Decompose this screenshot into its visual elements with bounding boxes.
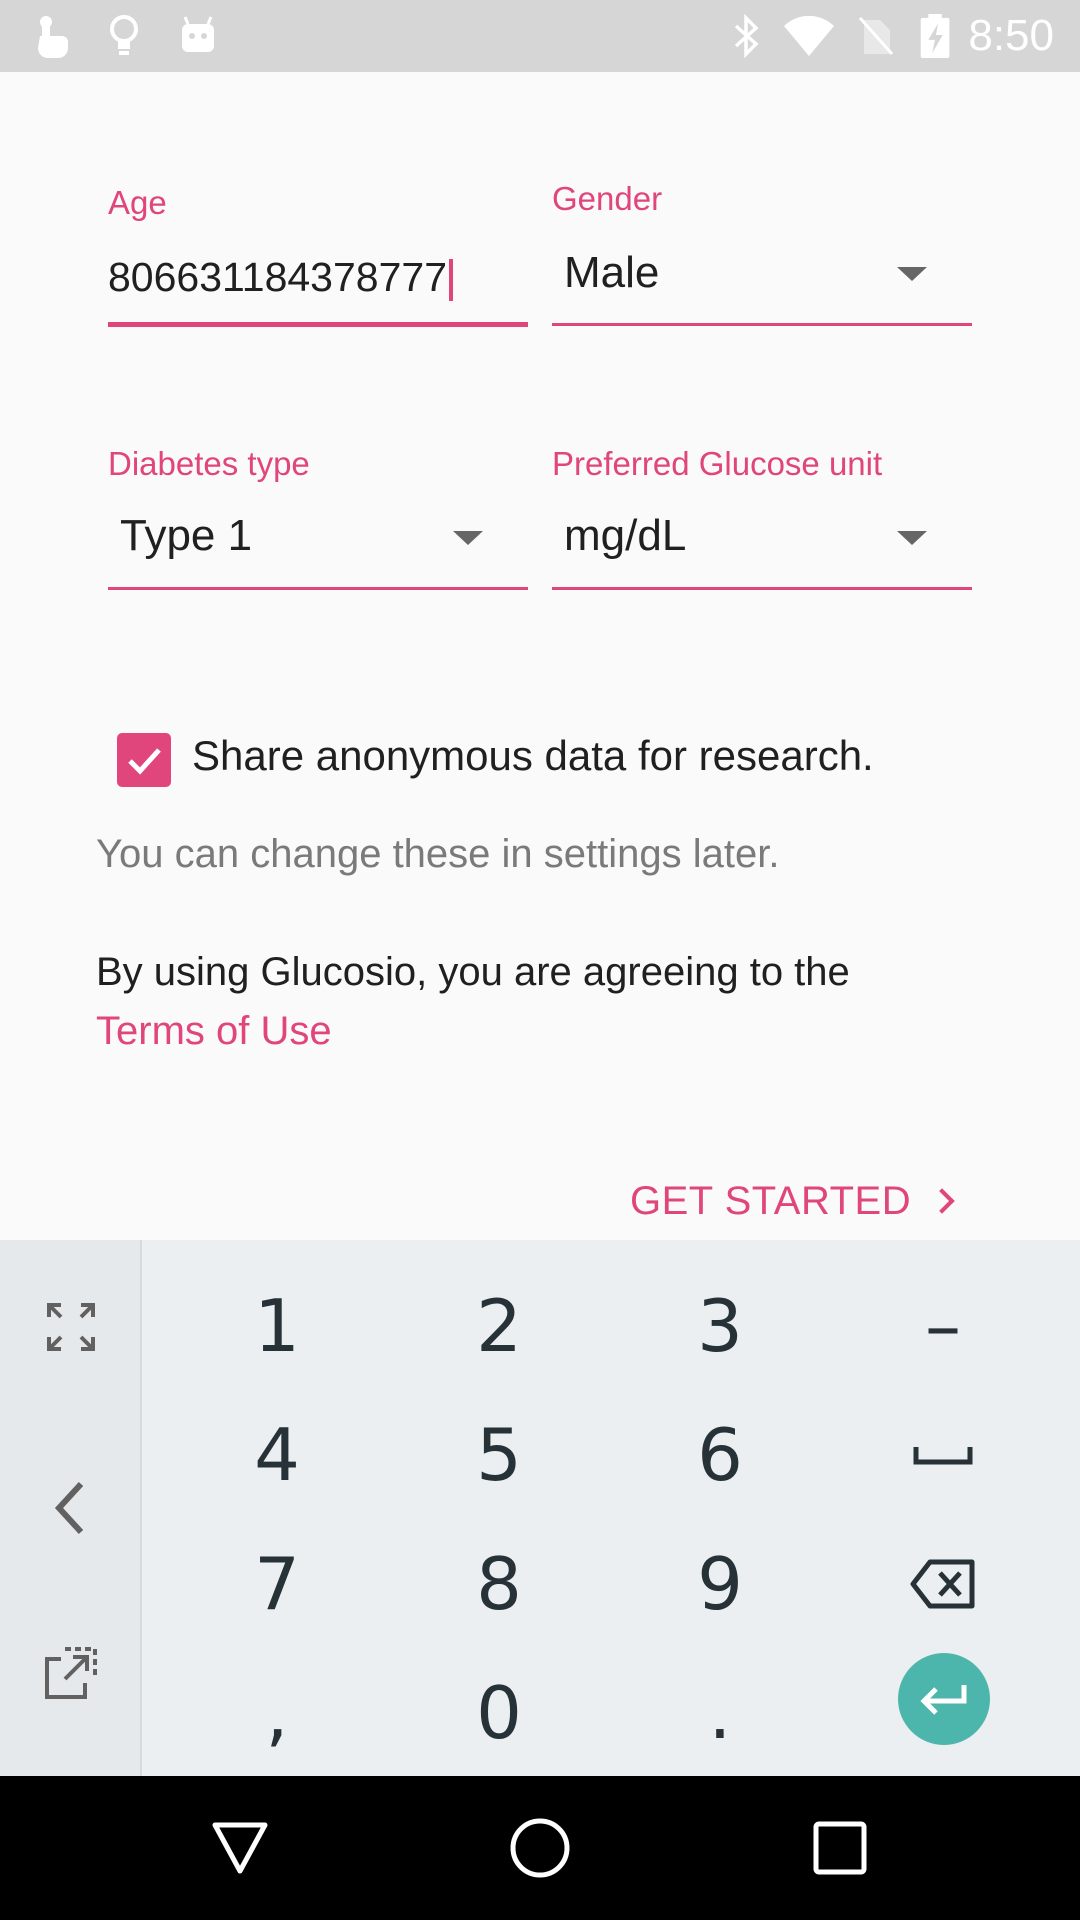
settings-hint: You can change these in settings later. xyxy=(96,832,780,876)
age-label: Age xyxy=(108,184,167,221)
home-circle-icon xyxy=(510,1818,570,1878)
diabetes-type-value: Type 1 xyxy=(120,511,253,560)
terms-of-use-link[interactable]: Terms of Use xyxy=(96,1009,332,1054)
navigation-bar xyxy=(0,1776,1080,1920)
enter-icon xyxy=(920,1685,967,1715)
glucose-unit-label: Preferred Glucose unit xyxy=(552,445,883,482)
key-backspace[interactable] xyxy=(853,1519,1033,1649)
nav-recents-button[interactable] xyxy=(790,1798,890,1898)
wifi-icon xyxy=(784,15,834,56)
diabetes-type-label: Diabetes type xyxy=(108,445,310,482)
gender-label: Gender xyxy=(552,180,663,217)
numeric-keyboard: 1 2 3 – 4 5 6 7 8 9 , 0 . xyxy=(0,1240,1080,1776)
fullscreen-button[interactable] xyxy=(0,1262,142,1392)
share-data-label[interactable]: Share anonymous data for research. xyxy=(192,732,874,780)
enter-key[interactable] xyxy=(898,1653,990,1745)
backspace-icon xyxy=(910,1559,975,1609)
popout-icon xyxy=(45,1647,97,1699)
key-1[interactable]: 1 xyxy=(187,1261,367,1391)
lightbulb-icon xyxy=(110,15,138,55)
key-comma[interactable]: , xyxy=(187,1648,367,1778)
nav-home-button[interactable] xyxy=(490,1798,590,1898)
key-2[interactable]: 2 xyxy=(409,1261,589,1391)
glucose-unit-underline xyxy=(552,587,972,590)
checkmark-icon xyxy=(128,748,161,775)
age-field[interactable]: Age 806631184378777 xyxy=(108,180,528,330)
key-period[interactable]: . xyxy=(630,1648,810,1778)
android-icon xyxy=(182,16,214,52)
bluetooth-icon xyxy=(734,14,759,58)
status-bar: 8:50 xyxy=(0,0,1080,72)
gender-dropdown[interactable]: Gender Male xyxy=(552,180,972,330)
key-space[interactable] xyxy=(853,1390,1033,1520)
popout-button[interactable] xyxy=(0,1608,142,1738)
fullscreen-icon xyxy=(47,1303,95,1351)
no-sim-icon xyxy=(858,17,894,55)
gender-value: Male xyxy=(564,248,660,297)
glucose-unit-dropdown[interactable]: Preferred Glucose unit mg/dL xyxy=(552,445,972,595)
key-0[interactable]: 0 xyxy=(409,1648,589,1778)
clock: 8:50 xyxy=(968,11,1054,60)
back-arrow-icon xyxy=(54,1481,84,1535)
chevron-right-icon xyxy=(929,1188,955,1214)
text-cursor xyxy=(449,259,453,302)
share-data-checkbox[interactable] xyxy=(117,733,171,787)
diabetes-type-dropdown[interactable]: Diabetes type Type 1 xyxy=(108,445,528,595)
touch-icon xyxy=(38,16,68,58)
chevron-down-icon xyxy=(453,531,483,545)
key-5[interactable]: 5 xyxy=(409,1390,589,1520)
keyboard-side-panel xyxy=(0,1240,142,1776)
chevron-down-icon xyxy=(897,531,927,545)
battery-charging-icon xyxy=(920,14,950,58)
key-minus[interactable]: – xyxy=(853,1261,1033,1391)
key-9[interactable]: 9 xyxy=(630,1519,810,1649)
nav-back-button[interactable] xyxy=(190,1798,290,1898)
key-3[interactable]: 3 xyxy=(630,1261,810,1391)
key-4[interactable]: 4 xyxy=(187,1390,367,1520)
diabetes-type-underline xyxy=(108,587,528,590)
glucose-unit-value: mg/dL xyxy=(564,511,687,560)
chevron-down-icon xyxy=(897,267,927,281)
age-underline xyxy=(108,322,528,327)
get-started-label: GET STARTED xyxy=(630,1178,912,1223)
age-input[interactable]: 806631184378777 xyxy=(108,254,453,302)
get-started-button[interactable]: GET STARTED xyxy=(630,1175,955,1227)
terms-text: By using Glucosio, you are agreeing to t… xyxy=(96,950,850,994)
keyboard-back-button[interactable] xyxy=(0,1443,142,1573)
key-6[interactable]: 6 xyxy=(630,1390,810,1520)
space-icon xyxy=(913,1447,973,1465)
gender-underline xyxy=(552,323,972,326)
key-7[interactable]: 7 xyxy=(187,1519,367,1649)
back-triangle-icon xyxy=(212,1822,268,1874)
key-8[interactable]: 8 xyxy=(409,1519,589,1649)
recents-square-icon xyxy=(813,1821,867,1875)
age-value: 806631184378777 xyxy=(108,254,447,300)
